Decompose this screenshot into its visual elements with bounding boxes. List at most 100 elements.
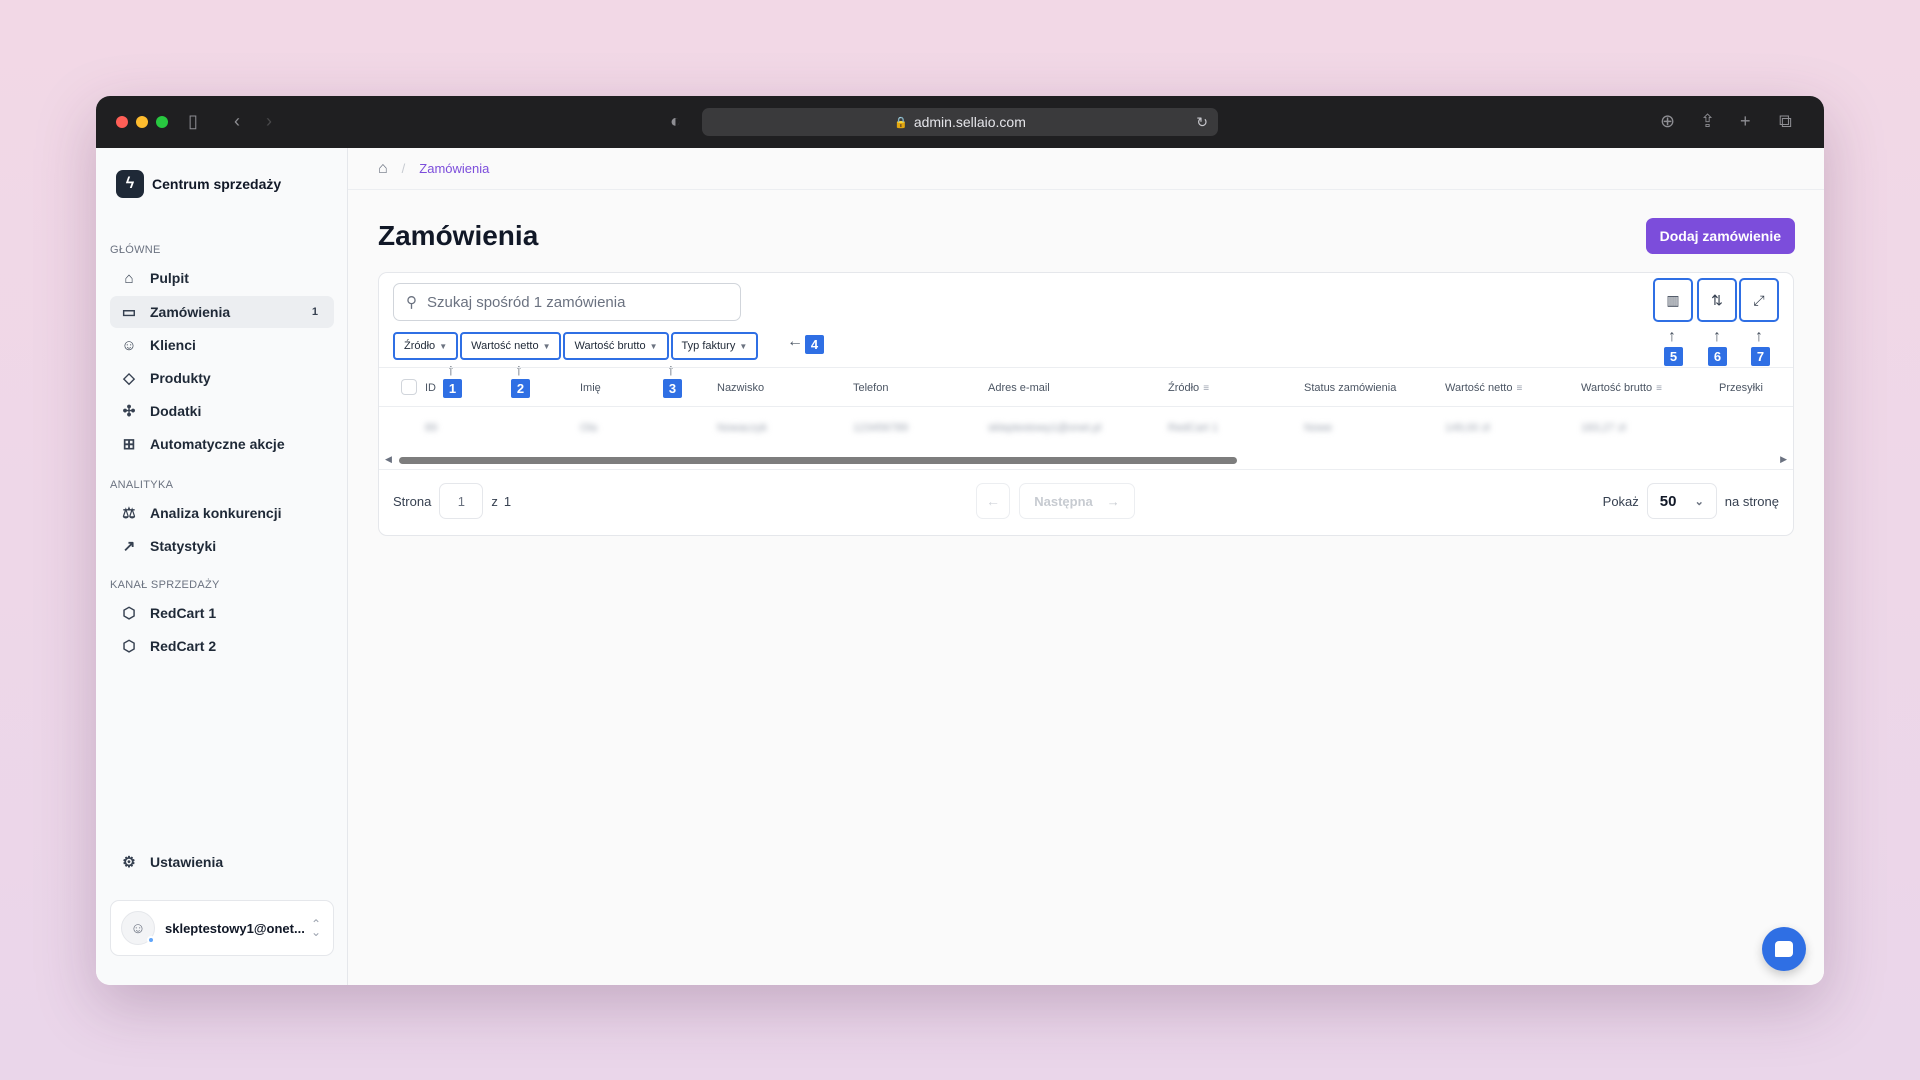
page-number-input[interactable]: 1 <box>439 483 484 519</box>
download-icon[interactable]: ⊕ <box>1660 111 1675 132</box>
filter-label: Typ faktury <box>681 340 736 352</box>
sidebar-item-label: Automatyczne akcje <box>150 436 285 452</box>
home-icon[interactable]: ⌂ <box>378 160 388 178</box>
reload-icon[interactable]: ↻ <box>1196 114 1208 131</box>
column-header-wartosc-brutto[interactable]: Wartość brutto ≡ <box>1581 382 1662 394</box>
column-header-email[interactable]: Adres e-mail <box>988 382 1050 394</box>
puzzle-icon: ✣ <box>122 403 136 420</box>
tag-icon: ◇ <box>123 370 135 387</box>
sidebar-item-zamowienia[interactable]: ▭ Zamówienia 1 <box>110 296 334 328</box>
fullscreen-button[interactable]: ⤢ <box>1739 278 1779 322</box>
filter-zrodlo[interactable]: Źródło ▼ <box>393 332 459 360</box>
annotation-marker-7: 7 <box>1751 347 1770 366</box>
sidebar-item-automatyczne-akcje[interactable]: ⊞ Automatyczne akcje <box>110 428 334 460</box>
column-header-status[interactable]: Status zamówienia <box>1304 382 1396 394</box>
sidebar-item-ustawienia[interactable]: ⚙ Ustawienia <box>110 846 334 878</box>
cell-status: Nowe <box>1304 422 1333 434</box>
tabs-overview-icon[interactable]: ⧉ <box>1779 111 1792 132</box>
inbox-icon: ▭ <box>121 304 137 321</box>
previous-page-button[interactable]: ← <box>976 483 1010 519</box>
annotation-marker-2: 2 <box>511 379 530 398</box>
add-order-button[interactable]: Dodaj zamówienie <box>1645 218 1795 254</box>
user-menu[interactable]: ☺ skleptestowy1@onet... ⌃ ⌄ <box>110 900 334 956</box>
scroll-left-icon[interactable]: ◀ <box>385 454 392 465</box>
horizontal-scrollbar[interactable]: ◀ ▶ <box>385 454 1787 466</box>
sidebar-item-label: RedCart 2 <box>150 638 217 654</box>
columns-button[interactable]: ▥ <box>1653 278 1693 322</box>
breadcrumb-current[interactable]: Zamówienia <box>419 161 489 176</box>
filter-wartosc-brutto[interactable]: Wartość brutto ▼ <box>563 332 669 360</box>
column-label: Źródło <box>1168 382 1200 394</box>
chat-widget-button[interactable] <box>1762 927 1806 971</box>
close-window-button[interactable] <box>116 116 128 128</box>
arrow-left-icon: ← <box>986 493 1000 509</box>
column-header-id[interactable]: ID <box>425 382 436 394</box>
filter-lines-icon[interactable]: ≡ <box>1203 383 1209 394</box>
column-header-imie[interactable]: Imię <box>580 382 601 394</box>
show-label: Pokaż <box>1602 493 1639 509</box>
lock-icon: 🔒 <box>894 116 908 129</box>
sidebar-item-redcart-2[interactable]: ⬡ RedCart 2 <box>110 630 334 662</box>
breadcrumb-separator: / <box>401 161 406 176</box>
maximize-window-button[interactable] <box>156 116 168 128</box>
shield-icon[interactable]: ◐ <box>670 111 681 132</box>
share-icon[interactable]: ⇪ <box>1700 111 1715 132</box>
filter-lines-icon[interactable]: ≡ <box>1656 383 1662 394</box>
column-header-przesylki[interactable]: Przesyłki <box>1719 382 1763 394</box>
sort-button[interactable]: ⇅ <box>1697 278 1737 322</box>
sidebar-toggle-icon[interactable]: ▯ <box>188 111 198 132</box>
filter-bar: Źródło ▼ Wartość netto ▼ Wartość brutto ▼ T… <box>393 332 759 360</box>
sidebar-item-pulpit[interactable]: ⌂ Pulpit <box>110 262 334 294</box>
avatar: ☺ <box>121 911 155 945</box>
total-pages: 1 <box>503 493 512 509</box>
filter-wartosc-netto[interactable]: Wartość netto ▼ <box>460 332 562 360</box>
cell-id: 89 <box>425 422 438 434</box>
scroll-right-icon[interactable]: ▶ <box>1780 454 1787 465</box>
cell-imie: Ola <box>580 422 598 434</box>
table-row[interactable]: 89 Ola Nowaczyk 123456789 skleptestowy1@… <box>379 407 1793 449</box>
new-tab-icon[interactable]: + <box>1740 111 1751 132</box>
search-placeholder: Szukaj spośród 1 zamówienia <box>427 293 626 311</box>
sidebar-item-label: Statystyki <box>150 538 217 554</box>
user-email: skleptestowy1@onet... <box>165 920 305 936</box>
per-page-value: 50 <box>1659 492 1677 510</box>
chevron-down-icon: ▼ <box>739 341 748 351</box>
sidebar-item-statystyki[interactable]: ↗ Statystyki <box>110 530 334 562</box>
sidebar-item-analiza-konkurencji[interactable]: ⚖ Analiza konkurencji <box>110 497 334 529</box>
sidebar-item-klienci[interactable]: ☺ Klienci <box>110 329 334 361</box>
back-icon[interactable]: ‹ <box>234 111 240 132</box>
brand[interactable]: ϟ Centrum sprzedaży <box>116 170 281 198</box>
trend-icon: ↗ <box>122 538 136 555</box>
scrollbar-thumb[interactable] <box>399 457 1237 464</box>
annotation-arrow-left-icon: ← <box>787 333 803 350</box>
gear-icon: ⚙ <box>122 854 136 871</box>
per-page-select[interactable]: 50 ⌄ <box>1646 483 1717 519</box>
address-bar[interactable]: 🔒 admin.sellaio.com ↻ <box>702 108 1218 136</box>
sidebar-item-dodatki[interactable]: ✣ Dodatki <box>110 395 334 427</box>
cell-wartosc-brutto: 183,27 zł <box>1581 422 1626 434</box>
filter-typ-faktury[interactable]: Typ faktury ▼ <box>670 332 759 360</box>
column-header-telefon[interactable]: Telefon <box>853 382 888 394</box>
sidebar-item-produkty[interactable]: ◇ Produkty <box>110 362 334 394</box>
forward-icon[interactable]: › <box>266 111 272 132</box>
per-page-suffix: na stronę <box>1724 493 1779 509</box>
select-all-checkbox[interactable] <box>401 379 417 395</box>
cell-nazwisko: Nowaczyk <box>717 422 768 434</box>
annotation-marker-5: 5 <box>1664 347 1683 366</box>
column-header-nazwisko[interactable]: Nazwisko <box>717 382 764 394</box>
next-page-button[interactable]: Następna → <box>1019 483 1135 519</box>
search-icon: ⚲ <box>406 294 417 311</box>
column-header-wartosc-netto[interactable]: Wartość netto ≡ <box>1445 382 1522 394</box>
filter-label: Źródło <box>404 340 436 352</box>
filter-lines-icon[interactable]: ≡ <box>1516 383 1522 394</box>
search-input[interactable]: ⚲ Szukaj spośród 1 zamówienia <box>393 283 741 321</box>
sidebar-item-label: Analiza konkurencji <box>150 505 282 521</box>
cell-email: skleptestowy1@onet.pl <box>988 422 1102 434</box>
minimize-window-button[interactable] <box>136 116 148 128</box>
expand-icon: ⤢ <box>1753 291 1765 308</box>
cell-telefon: 123456789 <box>853 422 909 434</box>
column-header-zrodlo[interactable]: Źródło ≡ <box>1168 382 1209 394</box>
columns-icon: ▥ <box>1666 291 1680 308</box>
sidebar-item-label: Klienci <box>150 337 196 353</box>
sidebar-item-redcart-1[interactable]: ⬡ RedCart 1 <box>110 597 334 629</box>
